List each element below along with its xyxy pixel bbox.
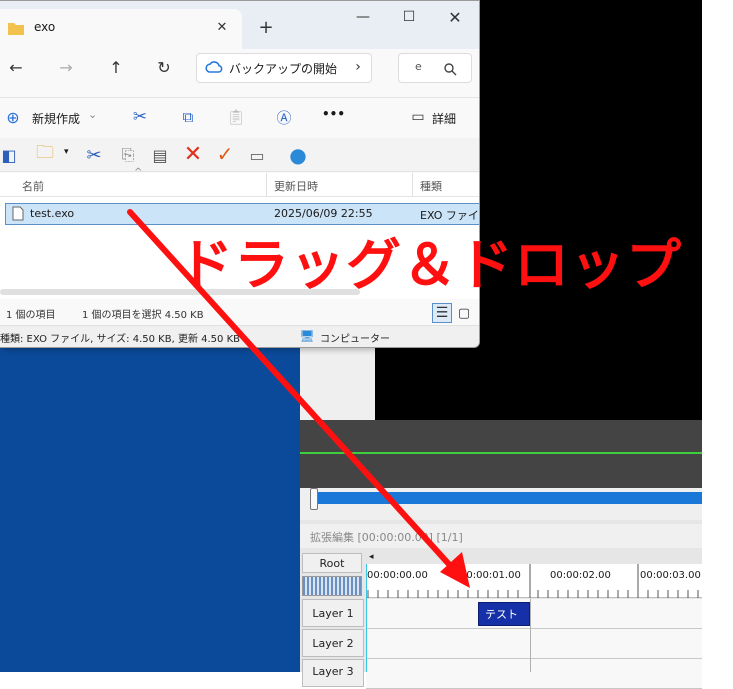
computer-icon: 🖥︎ xyxy=(299,329,315,343)
details-view-icon[interactable]: ☰ xyxy=(432,303,452,323)
back-icon[interactable]: ← xyxy=(4,55,28,79)
minimize-button[interactable]: — xyxy=(348,5,378,29)
close-button[interactable]: ✕ xyxy=(440,5,470,29)
cut-tool-icon[interactable]: ✂ xyxy=(82,143,106,167)
scale-slider[interactable] xyxy=(302,576,362,596)
copy-tool-icon[interactable]: ⎘ xyxy=(116,143,140,167)
file-details-text: 種類: EXO ファイル, サイズ: 4.50 KB, 更新 4.50 KB xyxy=(0,334,240,345)
layer-2-label[interactable]: Layer 2 xyxy=(302,629,364,657)
sort-up-icon: ^ xyxy=(134,167,143,178)
new-button[interactable]: ⊕ 新規作成 ⌄ xyxy=(4,105,104,129)
new-plus-icon: ⊕ xyxy=(6,107,20,127)
root-label: Root xyxy=(319,556,345,570)
layer-1-label[interactable]: Layer 1 xyxy=(302,599,364,627)
backup-cloud-icon xyxy=(205,61,223,73)
column-divider[interactable] xyxy=(266,173,267,197)
paste-icon[interactable]: 📋︎ xyxy=(224,105,248,129)
layer-2-text: Layer 2 xyxy=(312,636,354,650)
desktop-background xyxy=(0,340,300,672)
audio-waveform-line xyxy=(300,452,702,454)
folder-icon xyxy=(8,23,24,35)
ruler-mark-1: 00:00:01.00 xyxy=(460,570,521,581)
delete-icon[interactable]: ✕ xyxy=(180,141,206,167)
maximize-button[interactable]: ☐ xyxy=(394,5,424,29)
ruler-mark-0: 00:00:00.00 xyxy=(367,570,428,581)
layer-3-track[interactable] xyxy=(366,659,702,689)
up-icon[interactable]: ↑ xyxy=(104,55,128,79)
drag-and-drop-caption: ドラッグ＆ドロップ xyxy=(178,233,683,297)
column-header xyxy=(0,173,479,197)
layer-3-label[interactable]: Layer 3 xyxy=(302,659,364,687)
column-type[interactable]: 種類 xyxy=(420,178,442,194)
timeline-title: 拡張編集 [00:00:00.00] [1/1] xyxy=(310,531,463,544)
search-icon xyxy=(444,63,457,76)
timeline-clip[interactable]: テスト xyxy=(478,602,530,626)
layer-1-track[interactable] xyxy=(366,599,702,629)
clip-label: テスト xyxy=(485,608,518,621)
new-label: 新規作成 xyxy=(32,112,81,126)
tiles-view-icon[interactable]: ▢ xyxy=(454,303,474,323)
layer-2-track[interactable] xyxy=(366,629,702,659)
details-button[interactable]: ▭ 詳細 xyxy=(408,105,472,129)
folder-properties-icon[interactable]: 🗀 xyxy=(32,142,58,167)
tab-exo[interactable]: exo ✕ xyxy=(0,9,242,49)
status-bar xyxy=(0,299,479,325)
dropdown-arrow-icon[interactable]: ▾ xyxy=(64,147,69,157)
right-margin xyxy=(702,0,733,672)
copy-icon[interactable]: ⧉ xyxy=(176,105,200,129)
video-preview xyxy=(300,420,702,488)
file-icon xyxy=(12,206,24,221)
tab-title: exo xyxy=(34,20,56,34)
address-input[interactable]: バックアップの開始 › xyxy=(196,53,372,83)
forward-icon[interactable]: → xyxy=(54,55,78,79)
paste-tool-icon[interactable]: ▤ xyxy=(148,143,172,167)
details-label: 詳細 xyxy=(432,112,457,126)
search-input[interactable]: e xyxy=(398,53,472,83)
timeline-title-bar: 拡張編集 [00:00:00.00] [1/1] xyxy=(300,524,702,548)
layer-1-text: Layer 1 xyxy=(312,606,354,620)
gray-panel xyxy=(300,340,375,420)
file-date: 2025/06/09 22:55 xyxy=(274,207,373,220)
tab-close-icon[interactable]: ✕ xyxy=(212,17,232,37)
computer-label: コンピューター xyxy=(320,334,390,345)
address-chevron-icon[interactable]: › xyxy=(349,57,367,77)
rename-tool-icon[interactable]: ▭ xyxy=(244,143,270,167)
playhead-line xyxy=(366,564,367,672)
details-pane-icon: ▭ xyxy=(411,109,425,125)
scroll-left-icon[interactable]: ◂ xyxy=(369,552,374,562)
column-date[interactable]: 更新日時 xyxy=(274,178,318,194)
column-divider[interactable] xyxy=(412,173,413,197)
comment-bubble-icon[interactable]: ● xyxy=(284,141,312,169)
search-text: e xyxy=(415,60,422,73)
column-name[interactable]: 名前 xyxy=(22,178,44,194)
selection-info: 1 個の項目を選択 4.50 KB xyxy=(82,310,204,321)
rename-icon[interactable]: Ⓐ xyxy=(272,105,296,129)
item-count: 1 個の項目 xyxy=(6,310,56,321)
file-name: test.exo xyxy=(30,207,75,220)
address-text: バックアップの開始 xyxy=(229,62,338,76)
more-options-icon[interactable]: ••• xyxy=(322,107,345,121)
view-pane-icon[interactable]: ◧ xyxy=(0,143,18,167)
cut-icon[interactable]: ✂ xyxy=(128,105,152,129)
ruler-mark-2: 00:00:02.00 xyxy=(550,570,611,581)
root-button[interactable]: Root xyxy=(302,553,362,573)
checkmark-icon[interactable]: ✓ xyxy=(212,141,238,167)
new-chevron-icon: ⌄ xyxy=(88,108,98,121)
seek-handle[interactable] xyxy=(310,488,318,510)
new-tab-button[interactable]: + xyxy=(254,15,278,39)
ruler-mark-3: 00:00:03.00 xyxy=(640,570,701,581)
second-gridline xyxy=(530,599,531,672)
refresh-icon[interactable]: ↻ xyxy=(152,55,176,79)
seek-bar-fill xyxy=(316,492,702,504)
quick-toolbar xyxy=(0,138,479,172)
